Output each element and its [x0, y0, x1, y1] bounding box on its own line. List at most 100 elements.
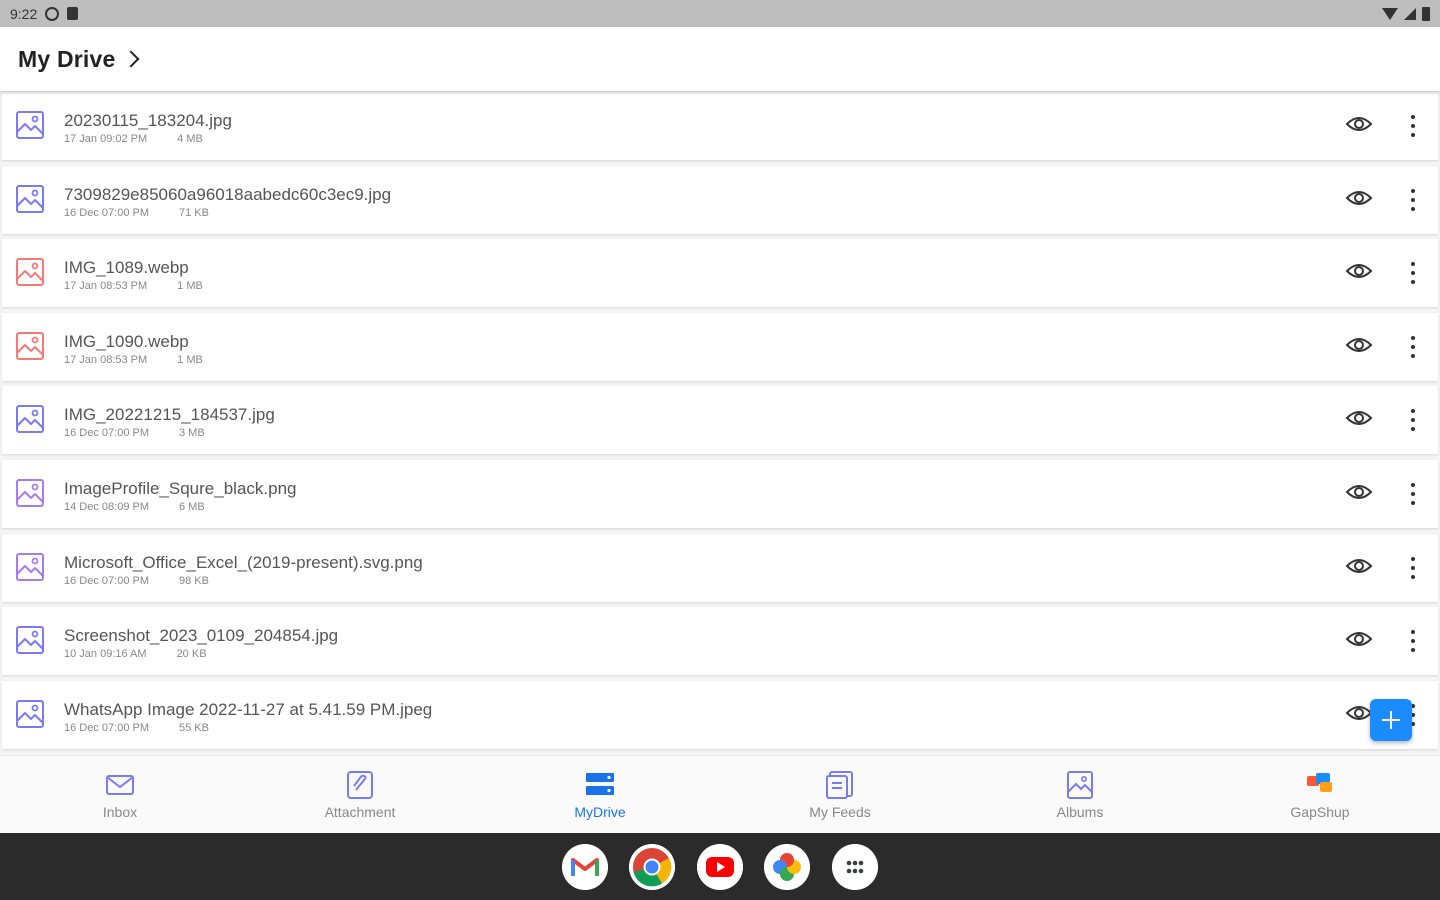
- file-size: 1 MB: [177, 280, 203, 293]
- add-file-button[interactable]: [1370, 699, 1412, 741]
- nav-label: GapShup: [1290, 804, 1350, 820]
- app-header: My Drive: [0, 27, 1440, 91]
- status-bar: 9:22: [0, 0, 1440, 27]
- file-row[interactable]: 20230115_183204.jpg 17 Jan 09:02 PM 4 MB: [2, 92, 1438, 160]
- image-file-icon: [15, 478, 45, 508]
- preview-eye-icon[interactable]: [1345, 556, 1373, 576]
- chrome-icon[interactable]: [629, 844, 675, 890]
- attachment-icon: [344, 770, 376, 800]
- image-file-icon: [15, 699, 45, 729]
- file-date: 17 Jan 09:02 PM: [64, 133, 148, 145]
- preview-eye-icon[interactable]: [1345, 114, 1373, 134]
- nav-label: Inbox: [102, 804, 138, 820]
- file-meta: 16 Dec 07:00 PM 71 KB: [64, 207, 209, 219]
- more-options-icon[interactable]: [1405, 112, 1421, 140]
- nav-item-attachment[interactable]: Attachment: [240, 756, 480, 834]
- file-row[interactable]: IMG_1090.webp 17 Jan 08:53 PM 1 MB: [2, 312, 1438, 381]
- nav-label: My Feeds: [809, 804, 871, 820]
- preview-eye-icon[interactable]: [1345, 408, 1373, 428]
- file-row[interactable]: ImageProfile_Squre_black.png 14 Dec 08:09…: [2, 460, 1438, 528]
- file-meta: 10 Jan 09:16 AM 20 KB: [64, 648, 207, 660]
- plus-icon: [1382, 711, 1400, 729]
- file-meta: 16 Dec 07:00 PM 3 MB: [64, 427, 205, 439]
- file-row[interactable]: IMG_20221215_184537.jpg 16 Dec 07:00 PM 3 …: [2, 386, 1438, 455]
- nav-label: Attachment: [324, 804, 396, 820]
- file-row[interactable]: IMG_1089.webp 17 Jan 08:53 PM 1 MB: [2, 239, 1438, 308]
- file-name: ImageProfile_Squre_black.png: [64, 479, 297, 498]
- file-size: 6 MB: [179, 501, 205, 513]
- gmail-icon[interactable]: [562, 844, 608, 890]
- image-file-icon: [15, 625, 45, 655]
- file-size: 98 KB: [179, 574, 209, 587]
- signal-icon: [1404, 7, 1416, 20]
- file-name: IMG_20221215_184537.jpg: [64, 405, 275, 425]
- feeds-icon: [824, 770, 856, 800]
- albums-icon: [1064, 770, 1096, 800]
- more-options-icon[interactable]: [1405, 554, 1421, 582]
- file-date: 17 Jan 08:53 PM: [64, 353, 148, 366]
- image-file-icon: [15, 331, 45, 361]
- file-size: 1 MB: [177, 353, 203, 366]
- image-file-icon: [15, 110, 45, 140]
- app-drawer-icon[interactable]: [832, 844, 878, 890]
- file-name: IMG_1089.webp: [64, 258, 189, 278]
- file-meta: 16 Dec 07:00 PM 55 KB: [64, 722, 209, 734]
- file-name: 20230115_183204.jpg: [64, 111, 232, 130]
- settings-icon: [45, 6, 60, 21]
- file-row[interactable]: 7309829e85060a96018aabedc60c3ec9.jpg 16 D…: [2, 165, 1438, 234]
- battery-icon: [1422, 6, 1430, 21]
- preview-eye-icon[interactable]: [1345, 188, 1373, 208]
- preview-eye-icon[interactable]: [1345, 335, 1373, 355]
- bottom-navigation: Inbox Attachment MyDrive My Feeds Albums GapS…: [0, 755, 1440, 833]
- file-name: Microsoft_Office_Excel_(2019-present).sv…: [64, 552, 423, 572]
- nav-label: Albums: [1056, 804, 1104, 820]
- more-options-icon[interactable]: [1405, 480, 1421, 508]
- nav-item-my-feeds[interactable]: My Feeds: [720, 756, 960, 834]
- app-dock: [0, 833, 1440, 900]
- nav-item-mydrive[interactable]: MyDrive: [480, 756, 720, 834]
- sd-card-icon: [67, 7, 79, 20]
- drive-icon: [584, 770, 616, 800]
- file-name: Screenshot_2023_0109_204854.jpg: [64, 626, 339, 646]
- file-row[interactable]: Microsoft_Office_Excel_(2019-present).sv…: [2, 533, 1438, 602]
- preview-eye-icon[interactable]: [1345, 629, 1373, 649]
- status-time: 9:22: [10, 5, 38, 22]
- file-list: 20230115_183204.jpg 17 Jan 09:02 PM 4 MB 73…: [0, 91, 1440, 755]
- nav-item-inbox[interactable]: Inbox: [0, 756, 240, 834]
- file-meta: 17 Jan 08:53 PM 1 MB: [64, 354, 203, 366]
- more-options-icon[interactable]: [1405, 406, 1421, 434]
- more-options-icon[interactable]: [1405, 259, 1421, 287]
- page-title: My Drive: [18, 45, 116, 72]
- file-size: 3 MB: [179, 427, 205, 440]
- file-date: 16 Dec 07:00 PM: [64, 574, 149, 587]
- preview-eye-icon[interactable]: [1345, 482, 1373, 502]
- preview-eye-icon[interactable]: [1345, 261, 1373, 281]
- youtube-icon[interactable]: [697, 844, 743, 890]
- file-meta: 17 Jan 08:53 PM 1 MB: [64, 280, 203, 292]
- more-options-icon[interactable]: [1405, 627, 1421, 655]
- file-meta: 14 Dec 08:09 PM 6 MB: [64, 501, 205, 513]
- file-row[interactable]: Screenshot_2023_0109_204854.jpg 10 Jan 09…: [2, 607, 1438, 676]
- nav-item-albums[interactable]: Albums: [960, 756, 1200, 834]
- file-name: WhatsApp Image 2022-11-27 at 5.41.59 PM.…: [64, 699, 433, 719]
- file-size: 20 KB: [176, 648, 207, 661]
- file-date: 16 Dec 07:00 PM: [64, 721, 149, 734]
- image-file-icon: [15, 404, 45, 434]
- file-row[interactable]: WhatsApp Image 2022-11-27 at 5.41.59 PM.…: [2, 680, 1438, 749]
- gapshup-icon: [1304, 770, 1336, 800]
- file-date: 17 Jan 08:53 PM: [64, 280, 148, 293]
- photos-icon[interactable]: [764, 844, 810, 890]
- image-file-icon: [15, 257, 45, 287]
- nav-item-gapshup[interactable]: GapShup: [1200, 756, 1440, 834]
- file-size: 4 MB: [177, 133, 203, 145]
- chevron-right-icon[interactable]: [122, 50, 140, 68]
- file-size: 55 KB: [179, 721, 209, 734]
- more-options-icon[interactable]: [1405, 333, 1421, 361]
- nav-label: MyDrive: [574, 804, 626, 820]
- preview-eye-icon[interactable]: [1345, 703, 1373, 723]
- file-date: 10 Jan 09:16 AM: [64, 648, 147, 661]
- file-date: 16 Dec 07:00 PM: [64, 206, 149, 219]
- more-options-icon[interactable]: [1405, 186, 1421, 214]
- wifi-icon: [1382, 7, 1398, 20]
- image-file-icon: [15, 552, 45, 582]
